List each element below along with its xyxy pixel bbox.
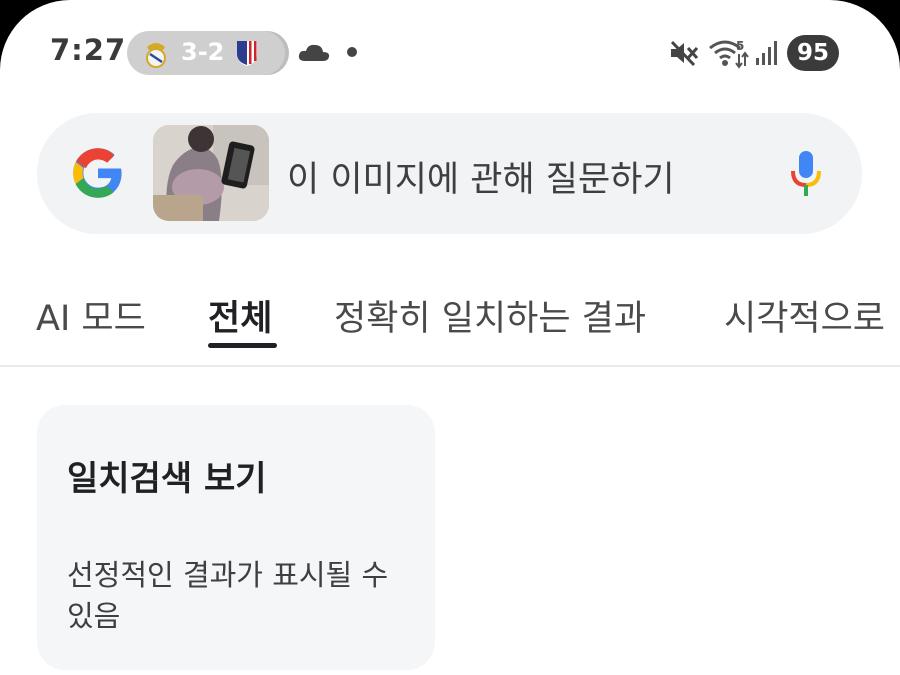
tab-visual[interactable]: 시각적으로	[724, 290, 885, 341]
explicit-results-card[interactable]: 일치검색 보기 선정적인 결과가 표시될 수 있음	[37, 405, 435, 670]
search-tabs: AI 모드 전체 정확히 일치하는 결과 시각적으로	[0, 280, 900, 366]
tabs-divider	[0, 365, 900, 367]
signal-icon	[756, 41, 777, 65]
tab-ai-mode[interactable]: AI 모드	[36, 290, 146, 341]
card-title: 일치검색 보기	[67, 459, 267, 499]
active-tab-indicator	[208, 343, 277, 348]
atletico-crest-icon	[237, 41, 257, 66]
real-madrid-crest-icon	[146, 43, 166, 68]
search-input[interactable]: 이 이미지에 관해 질문하기	[287, 151, 675, 202]
cloud-icon	[298, 44, 330, 61]
mute-icon	[670, 40, 699, 67]
tab-exact-match[interactable]: 정확히 일치하는 결과	[334, 290, 646, 341]
card-description: 선정적인 결과가 표시될 수 있음	[67, 558, 389, 633]
mic-icon[interactable]	[789, 149, 823, 199]
wifi-icon: 5	[709, 39, 749, 69]
notification-dot-icon	[347, 47, 357, 57]
clock: 7:27	[50, 33, 127, 67]
score-text: 3-2	[181, 38, 225, 66]
search-bar[interactable]: 이 이미지에 관해 질문하기	[37, 113, 862, 234]
live-score-pill[interactable]: 3-2	[127, 31, 285, 75]
phone-screen: 7:27 3-2 5 95 이 이미지에 관해 질문하기 AI 모드 전체 정확…	[0, 0, 900, 675]
query-image-thumbnail[interactable]	[153, 125, 269, 221]
status-bar: 7:27 3-2 5 95	[0, 0, 900, 100]
google-g-icon	[73, 148, 122, 198]
tab-all[interactable]: 전체	[208, 290, 272, 341]
battery-indicator: 95	[787, 35, 839, 71]
svg-text:5: 5	[736, 39, 744, 53]
